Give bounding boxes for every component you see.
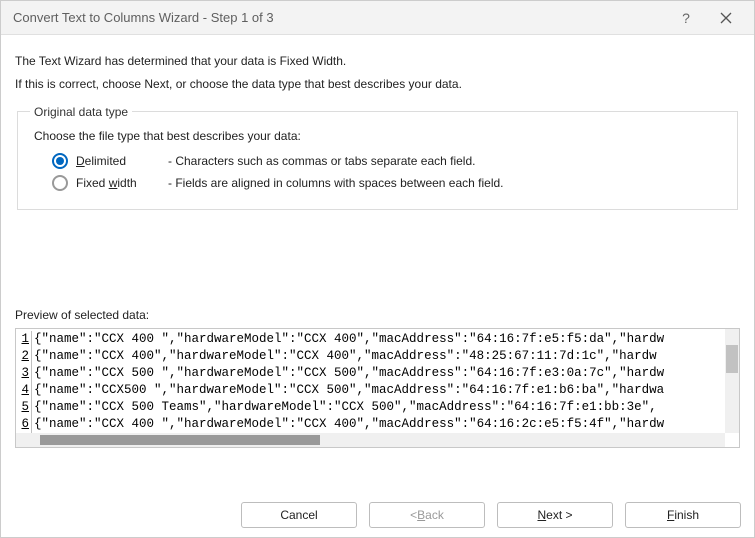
radio-delimited[interactable]: Delimited - Characters such as commas or… (52, 153, 725, 169)
preview-line-text: {"name":"CCX 400 ","hardwareModel":"CCX … (34, 331, 664, 348)
preview-line-number: 2 (18, 348, 32, 365)
preview-line-number: 1 (18, 331, 32, 348)
preview-line-number: 3 (18, 365, 32, 382)
horizontal-scroll-thumb[interactable] (40, 435, 320, 445)
intro-text: The Text Wizard has determined that your… (15, 53, 740, 93)
help-icon[interactable]: ? (666, 1, 706, 35)
preview-line-number: 6 (18, 416, 32, 433)
radio-delimited-desc: - Characters such as commas or tabs sepa… (168, 154, 475, 168)
preview-line-text: {"name":"CCX 400","hardwareModel":"CCX 4… (34, 348, 657, 365)
preview-box: 1{"name":"CCX 400 ","hardwareModel":"CCX… (15, 328, 740, 448)
cancel-button[interactable]: Cancel (241, 502, 357, 528)
vertical-scroll-thumb[interactable] (726, 345, 738, 373)
intro-line-1: The Text Wizard has determined that your… (15, 53, 740, 70)
preview-row: 6{"name":"CCX 400 ","hardwareModel":"CCX… (18, 416, 725, 433)
preview-line-number: 4 (18, 382, 32, 399)
preview-line-number: 5 (18, 399, 32, 416)
window-title: Convert Text to Columns Wizard - Step 1 … (13, 10, 666, 25)
preview-line-text: {"name":"CCX500 ","hardwareModel":"CCX 5… (34, 382, 664, 399)
radio-fixed-width[interactable]: Fixed width - Fields are aligned in colu… (52, 175, 725, 191)
preview-line-text: {"name":"CCX 500 ","hardwareModel":"CCX … (34, 365, 664, 382)
horizontal-scrollbar[interactable] (16, 433, 725, 447)
back-button[interactable]: < Back (369, 502, 485, 528)
preview-row: 2{"name":"CCX 400","hardwareModel":"CCX … (18, 348, 725, 365)
preview-row: 4{"name":"CCX500 ","hardwareModel":"CCX … (18, 382, 725, 399)
radio-fixed-label: Fixed width (76, 176, 168, 190)
preview-row: 3{"name":"CCX 500 ","hardwareModel":"CCX… (18, 365, 725, 382)
preview-text-area: 1{"name":"CCX 400 ","hardwareModel":"CCX… (18, 331, 725, 433)
close-icon[interactable] (706, 1, 746, 35)
radio-delimited-circle[interactable] (52, 153, 68, 169)
radio-fixed-circle[interactable] (52, 175, 68, 191)
original-data-type-group: Original data type Choose the file type … (17, 105, 738, 210)
preview-row: 1{"name":"CCX 400 ","hardwareModel":"CCX… (18, 331, 725, 348)
group-legend: Original data type (30, 105, 132, 119)
vertical-scrollbar[interactable] (725, 329, 739, 433)
preview-line-text: {"name":"CCX 500 Teams","hardwareModel":… (34, 399, 657, 416)
next-button[interactable]: Next > (497, 502, 613, 528)
choose-text: Choose the file type that best describes… (34, 129, 725, 143)
preview-line-text: {"name":"CCX 400 ","hardwareModel":"CCX … (34, 416, 664, 433)
titlebar: Convert Text to Columns Wizard - Step 1 … (1, 1, 754, 35)
finish-button[interactable]: Finish (625, 502, 741, 528)
preview-row: 5{"name":"CCX 500 Teams","hardwareModel"… (18, 399, 725, 416)
radio-fixed-desc: - Fields are aligned in columns with spa… (168, 176, 504, 190)
button-row: Cancel < Back Next > Finish (241, 502, 741, 528)
radio-delimited-label: Delimited (76, 154, 168, 168)
intro-line-2: If this is correct, choose Next, or choo… (15, 76, 740, 93)
dialog-content: The Text Wizard has determined that your… (1, 35, 754, 448)
preview-label: Preview of selected data: (15, 308, 740, 322)
